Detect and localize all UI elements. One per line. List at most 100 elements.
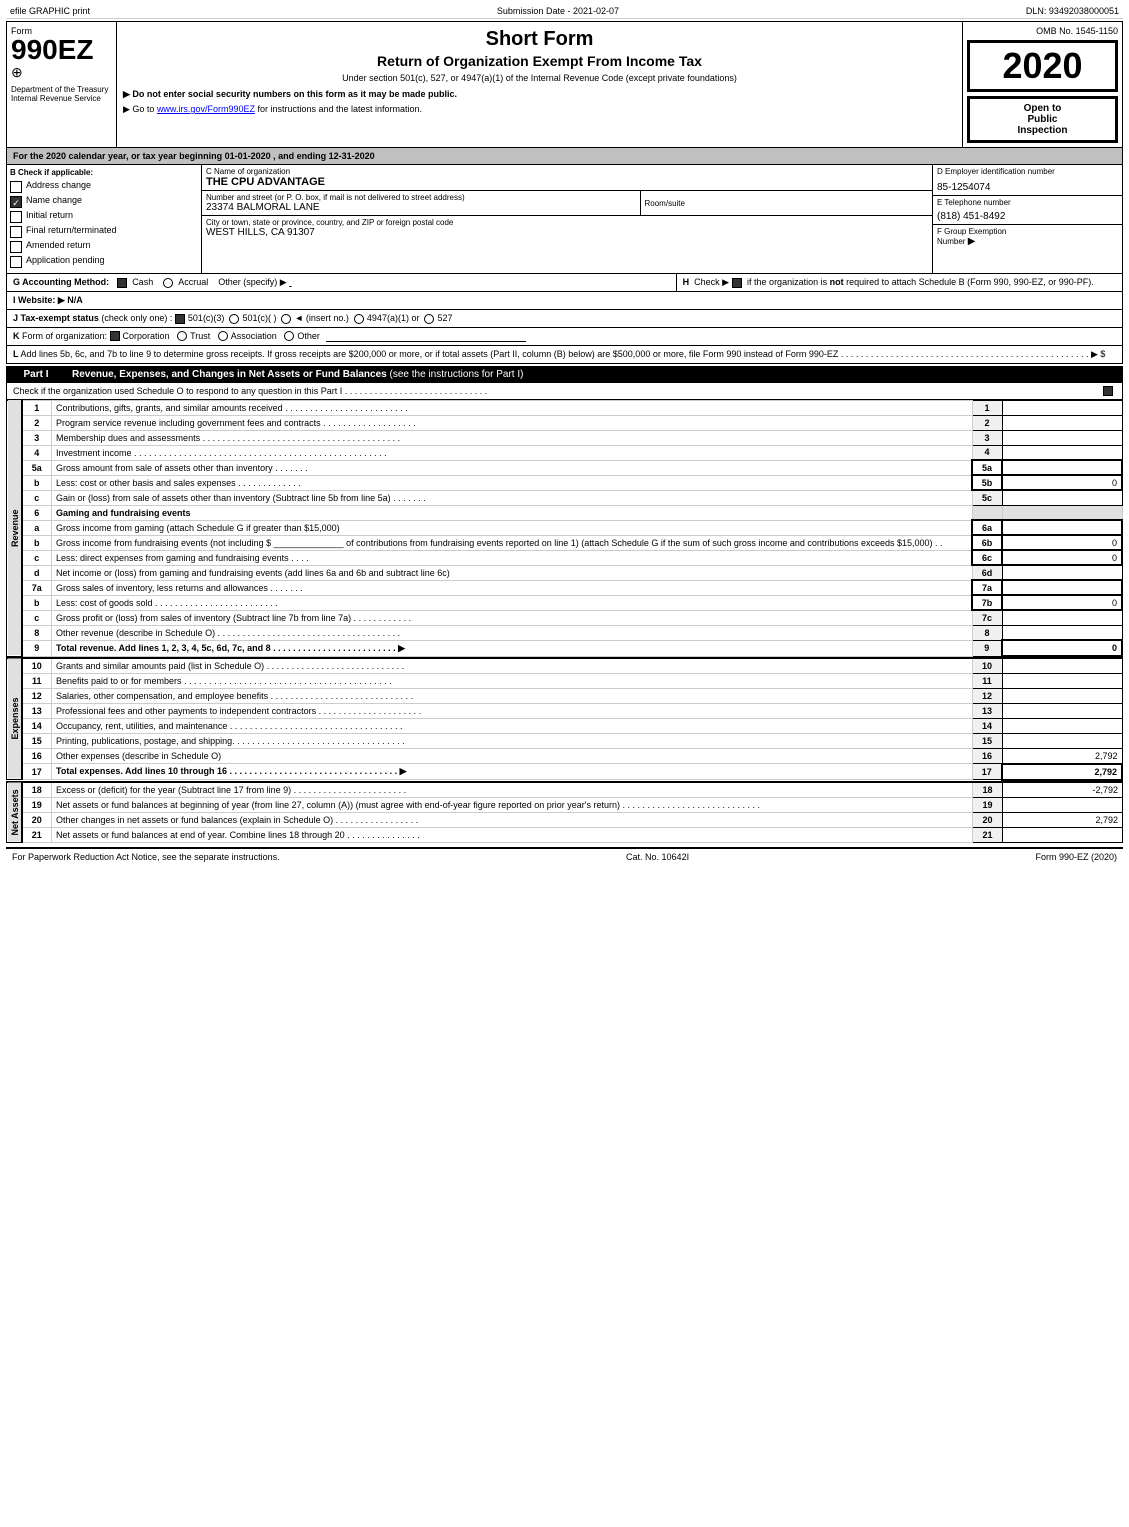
other-label: Other (specify) ▶ bbox=[218, 277, 409, 287]
line-17-ref: 17 bbox=[972, 764, 1002, 780]
line-9-value: 0 bbox=[1002, 640, 1122, 656]
line-6-value-blank bbox=[1002, 505, 1122, 520]
line-10-value bbox=[1002, 658, 1122, 674]
expenses-section-label: Expenses bbox=[7, 658, 22, 780]
pending-checkbox[interactable] bbox=[10, 256, 22, 268]
line-13-num: 13 bbox=[22, 704, 52, 719]
line-1-num: 1 bbox=[22, 400, 52, 415]
final-return-label: Final return/terminated bbox=[26, 225, 117, 235]
room-suite-label: Room/suite bbox=[645, 199, 929, 208]
line-17-value: 2,792 bbox=[1002, 764, 1122, 780]
line-15-value bbox=[1002, 734, 1122, 749]
line-6c-num: c bbox=[22, 550, 52, 565]
line-5c-desc: Gain or (loss) from sale of assets other… bbox=[52, 490, 973, 505]
year-text: For the 2020 calendar year, or tax year … bbox=[13, 151, 375, 161]
line-l-text: L Add lines 5b, 6c, and 7b to line 9 to … bbox=[13, 349, 1105, 359]
line-17-num: 17 bbox=[22, 764, 52, 780]
pending-row: Application pending bbox=[10, 255, 198, 268]
k-label: K Form of organization: bbox=[13, 331, 110, 341]
line-11-ref: 11 bbox=[972, 674, 1002, 689]
dept-treasury: Department of the Treasury bbox=[11, 85, 112, 94]
line-5c-value bbox=[1002, 490, 1122, 505]
line-13-value bbox=[1002, 704, 1122, 719]
line-12-value bbox=[1002, 689, 1122, 704]
trust-radio[interactable] bbox=[177, 331, 187, 341]
amended-return-checkbox[interactable] bbox=[10, 241, 22, 253]
line-5c-ref: 5c bbox=[972, 490, 1002, 505]
city-value: WEST HILLS, CA 91307 bbox=[206, 227, 928, 238]
tax-exempt-section: J Tax-exempt status (check only one) : 5… bbox=[6, 310, 1123, 328]
line-2-value bbox=[1002, 415, 1122, 430]
expenses-table: Expenses 10 Grants and similar amounts p… bbox=[6, 657, 1123, 781]
b-check-label: B Check if applicable: bbox=[10, 168, 198, 177]
line-20-desc: Other changes in net assets or fund bala… bbox=[52, 812, 973, 827]
line-6a-value bbox=[1002, 520, 1122, 535]
net-assets-table: Net Assets 18 Excess or (deficit) for th… bbox=[6, 781, 1123, 843]
line-6c-ref: 6c bbox=[972, 550, 1002, 565]
line-5b-value: 0 bbox=[1002, 475, 1122, 490]
accrual-radio[interactable] bbox=[163, 278, 173, 288]
part-i-title: Revenue, Expenses, and Changes in Net As… bbox=[66, 366, 1123, 383]
association-label: Association bbox=[231, 331, 277, 341]
line-5b-desc: Less: cost or other basis and sales expe… bbox=[52, 475, 973, 490]
line-10-num: 10 bbox=[22, 658, 52, 674]
line-19-num: 19 bbox=[22, 797, 52, 812]
line-8-num: 8 bbox=[22, 625, 52, 640]
line-8-ref: 8 bbox=[972, 625, 1002, 640]
line-7b-desc: Less: cost of goods sold . . . . . . . .… bbox=[52, 595, 973, 610]
line-20-num: 20 bbox=[22, 812, 52, 827]
other-org-radio[interactable] bbox=[284, 331, 294, 341]
number-label: Number and street (or P. O. box, if mail… bbox=[206, 193, 636, 202]
line-4-ref: 4 bbox=[972, 445, 1002, 460]
i-label: I Website: ▶ bbox=[13, 295, 65, 305]
line-17-desc: Total expenses. Add lines 10 through 16 … bbox=[52, 764, 973, 780]
line-16-desc: Other expenses (describe in Schedule O) bbox=[52, 749, 973, 764]
f-label: F Group ExemptionNumber ▶ bbox=[937, 227, 1118, 247]
line-7a-ref: 7a bbox=[972, 580, 1002, 595]
line-7c-value bbox=[1002, 610, 1122, 625]
527-radio[interactable] bbox=[424, 314, 434, 324]
line-19-desc: Net assets or fund balances at beginning… bbox=[52, 797, 973, 812]
schedule-o-checkbox[interactable] bbox=[1103, 386, 1113, 396]
insert-no-label: ◄ (insert no.) bbox=[294, 313, 348, 323]
line-3-num: 3 bbox=[22, 430, 52, 445]
submission-date: Submission Date - 2021-02-07 bbox=[497, 6, 619, 16]
line-6a-ref: 6a bbox=[972, 520, 1002, 535]
corporation-checkbox[interactable] bbox=[110, 331, 120, 341]
501c-label: 501(c)( ) bbox=[242, 313, 276, 323]
line-6b-ref: 6b bbox=[972, 535, 1002, 550]
line-10-desc: Grants and similar amounts paid (list in… bbox=[52, 658, 973, 674]
line-18-desc: Excess or (deficit) for the year (Subtra… bbox=[52, 782, 973, 798]
final-return-checkbox[interactable] bbox=[10, 226, 22, 238]
address-change-checkbox[interactable] bbox=[10, 181, 22, 193]
line-19-ref: 19 bbox=[973, 797, 1003, 812]
h-checkbox[interactable] bbox=[732, 278, 742, 288]
tax-year: 2020 bbox=[967, 40, 1118, 92]
footer-right: Form 990-EZ (2020) bbox=[1035, 852, 1117, 862]
line-7a-value bbox=[1002, 580, 1122, 595]
line-1-value bbox=[1002, 400, 1122, 415]
form-icon: ⊕ bbox=[11, 64, 112, 81]
initial-return-checkbox[interactable] bbox=[10, 211, 22, 223]
4947a1-radio[interactable] bbox=[354, 314, 364, 324]
form-org-section: K Form of organization: Corporation Trus… bbox=[6, 328, 1123, 346]
website-section: I Website: ▶ N/A bbox=[6, 292, 1123, 310]
form-note2: ▶ Do not enter social security numbers o… bbox=[123, 89, 956, 100]
501c-radio[interactable] bbox=[229, 314, 239, 324]
name-change-checkbox[interactable] bbox=[10, 196, 22, 208]
name-change-row: Name change bbox=[10, 195, 198, 208]
form-note3: ▶ Go to www.irs.gov/Form990EZ for instru… bbox=[123, 104, 956, 115]
phone-value: (818) 451-8492 bbox=[937, 211, 1118, 222]
line-6-desc: Gaming and fundraising events bbox=[52, 505, 973, 520]
initial-return-label: Initial return bbox=[26, 210, 73, 220]
line-20-value: 2,792 bbox=[1003, 812, 1123, 827]
line-6-ref-blank bbox=[972, 505, 1002, 520]
ein-value: 85-1254074 bbox=[937, 182, 1118, 193]
line-3-value bbox=[1002, 430, 1122, 445]
insert-no-radio[interactable] bbox=[281, 314, 291, 324]
501c3-checkbox[interactable] bbox=[175, 314, 185, 324]
org-name: THE CPU ADVANTAGE bbox=[206, 176, 928, 188]
cash-checkbox[interactable] bbox=[117, 278, 127, 288]
association-radio[interactable] bbox=[218, 331, 228, 341]
line-7c-desc: Gross profit or (loss) from sales of inv… bbox=[52, 610, 973, 625]
